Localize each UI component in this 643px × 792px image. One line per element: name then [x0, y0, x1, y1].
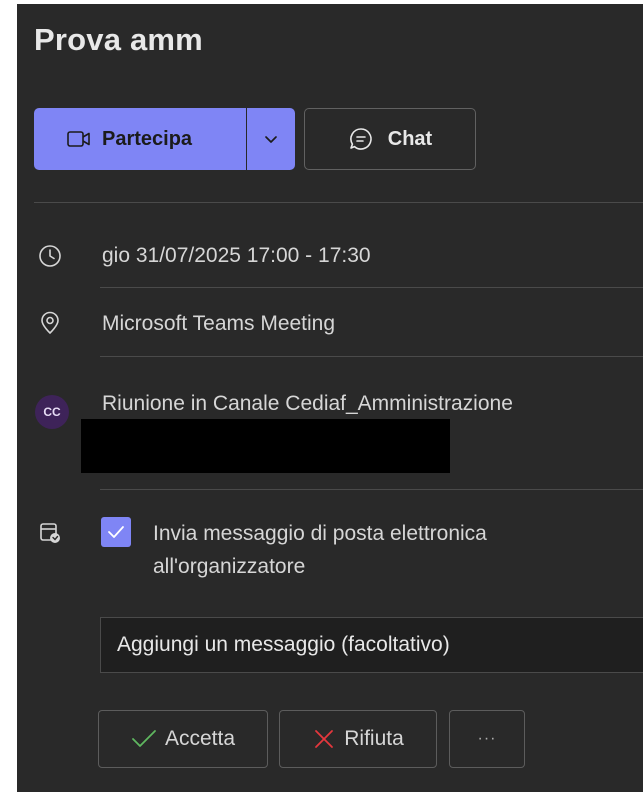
accept-button-label: Accetta — [164, 727, 236, 750]
header-divider — [34, 202, 643, 203]
checkmark-icon — [108, 526, 124, 538]
message-input[interactable] — [100, 617, 643, 673]
x-mark-icon — [315, 730, 334, 748]
more-options-button[interactable]: ··· — [449, 710, 525, 768]
meeting-details-panel: Prova amm Partecipa Chat gio 31/07/2025 … — [17, 4, 643, 792]
send-email-label: Invia messaggio di posta elettronica all… — [153, 517, 487, 583]
redacted-area — [81, 419, 450, 473]
decline-button-label: Rifiuta — [344, 727, 404, 750]
checkmark-icon — [132, 730, 156, 747]
accept-button[interactable]: Accetta — [98, 710, 268, 768]
chevron-down-icon — [265, 136, 277, 143]
chat-button[interactable]: Chat — [304, 108, 476, 170]
meeting-location: Microsoft Teams Meeting — [102, 312, 336, 335]
meeting-channel[interactable]: Riunione in Canale Cediaf_Amministrazion… — [102, 392, 513, 416]
chat-bubble-icon — [349, 128, 372, 150]
join-button-label: Partecipa — [102, 127, 193, 150]
join-button[interactable]: Partecipa — [34, 108, 246, 170]
calendar-mail-icon — [35, 518, 65, 548]
send-email-checkbox[interactable] — [101, 517, 131, 547]
decline-button[interactable]: Rifiuta — [279, 710, 437, 768]
join-options-button[interactable] — [247, 108, 295, 170]
meeting-title: Prova amm — [34, 22, 203, 57]
channel-divider — [100, 489, 643, 490]
clock-icon — [35, 241, 65, 271]
video-camera-icon — [67, 131, 90, 147]
meeting-datetime: gio 31/07/2025 17:00 - 17:30 — [102, 244, 371, 267]
channel-avatar: CC — [35, 395, 69, 429]
more-options-label: ··· — [477, 730, 497, 747]
location-pin-icon — [35, 308, 65, 338]
datetime-divider — [100, 287, 643, 288]
send-email-label-text: Invia messaggio di posta elettronica all… — [153, 522, 487, 578]
location-divider — [100, 356, 643, 357]
chat-button-label: Chat — [387, 127, 433, 150]
